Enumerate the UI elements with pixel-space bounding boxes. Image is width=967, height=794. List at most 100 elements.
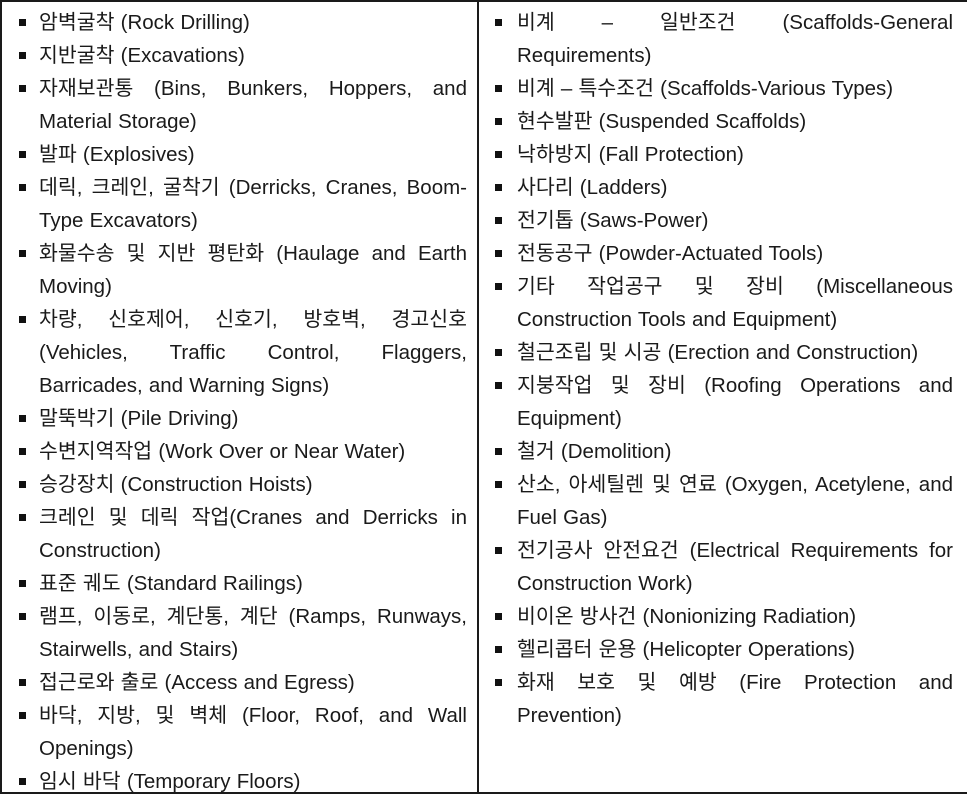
list-item-label: 전동공구 (Powder-Actuated Tools): [517, 242, 824, 265]
list-item: 낙하방지 (Fall Protection): [479, 138, 967, 171]
list-item: 수변지역작업 (Work Over or Near Water): [2, 435, 477, 468]
list-item: 전기톱 (Saws-Power): [479, 204, 967, 237]
square-bullet-icon: [495, 250, 502, 257]
list-item-label: 수변지역작업 (Work Over or Near Water): [39, 440, 406, 463]
square-bullet-icon: [19, 85, 26, 92]
square-bullet-icon: [19, 184, 26, 191]
list-item: 화재 보호 및 예방 (Fire Protection and Preventi…: [479, 666, 967, 732]
square-bullet-icon: [19, 481, 26, 488]
square-bullet-icon: [495, 19, 502, 26]
list-item-label: 차량, 신호제어, 신호기, 방호벽, 경고신호 (Vehicles, Traf…: [39, 308, 467, 397]
list-item: 바닥, 지방, 및 벽체 (Floor, Roof, and Wall Open…: [2, 699, 477, 765]
list-item-label: 기타 작업공구 및 장비 (Miscellaneous Construction…: [517, 275, 953, 331]
list-item-label: 철근조립 및 시공 (Erection and Construction): [517, 341, 919, 364]
list-item: 산소, 아세틸렌 및 연료 (Oxygen, Acetylene, and Fu…: [479, 468, 967, 534]
square-bullet-icon: [19, 415, 26, 422]
list-item: 지반굴착 (Excavations): [2, 39, 477, 72]
list-item-label: 철거 (Demolition): [517, 440, 672, 463]
list-item-label: 지반굴착 (Excavations): [39, 44, 245, 67]
list-item: 현수발판 (Suspended Scaffolds): [479, 105, 967, 138]
list-item-label: 비이온 방사건 (Nonionizing Radiation): [517, 605, 857, 628]
list-item-label: 화재 보호 및 예방 (Fire Protection and Preventi…: [517, 671, 953, 727]
list-item-label: 데릭, 크레인, 굴착기 (Derricks, Cranes, Boom-Typ…: [39, 176, 467, 232]
list-item-label: 말뚝박기 (Pile Driving): [39, 407, 239, 430]
list-item: 램프, 이동로, 계단통, 계단 (Ramps, Runways, Stairw…: [2, 600, 477, 666]
square-bullet-icon: [495, 448, 502, 455]
topic-list-left: 암벽굴착 (Rock Drilling) 지반굴착 (Excavations) 자재…: [2, 6, 477, 792]
list-item: 화물수송 및 지반 평탄화 (Haulage and Earth Moving): [2, 237, 477, 303]
list-item-label: 암벽굴착 (Rock Drilling): [39, 11, 250, 34]
list-item-label: 승강장치 (Construction Hoists): [39, 473, 313, 496]
list-item-label: 발파 (Explosives): [39, 143, 195, 166]
square-bullet-icon: [495, 547, 502, 554]
list-item-label: 낙하방지 (Fall Protection): [517, 143, 744, 166]
square-bullet-icon: [19, 778, 26, 785]
list-item-label: 전기톱 (Saws-Power): [517, 209, 709, 232]
square-bullet-icon: [19, 613, 26, 620]
square-bullet-icon: [19, 250, 26, 257]
list-item: 전기공사 안전요건 (Electrical Requirements for C…: [479, 534, 967, 600]
square-bullet-icon: [495, 151, 502, 158]
list-item: 자재보관통 (Bins, Bunkers, Hoppers, and Mater…: [2, 72, 477, 138]
square-bullet-icon: [495, 481, 502, 488]
square-bullet-icon: [19, 19, 26, 26]
list-item-label: 전기공사 안전요건 (Electrical Requirements for C…: [517, 539, 953, 595]
list-item: 사다리 (Ladders): [479, 171, 967, 204]
square-bullet-icon: [495, 679, 502, 686]
square-bullet-icon: [495, 283, 502, 290]
list-item-label: 현수발판 (Suspended Scaffolds): [517, 110, 807, 133]
list-item: 접근로와 출로 (Access and Egress): [2, 666, 477, 699]
square-bullet-icon: [19, 151, 26, 158]
list-item: 데릭, 크레인, 굴착기 (Derricks, Cranes, Boom-Typ…: [2, 171, 477, 237]
list-item: 철근조립 및 시공 (Erection and Construction): [479, 336, 967, 369]
square-bullet-icon: [495, 118, 502, 125]
square-bullet-icon: [19, 679, 26, 686]
square-bullet-icon: [495, 349, 502, 356]
list-item-label: 지붕작업 및 장비 (Roofing Operations and Equipm…: [517, 374, 953, 430]
list-item: 발파 (Explosives): [2, 138, 477, 171]
square-bullet-icon: [495, 217, 502, 224]
list-item-label: 바닥, 지방, 및 벽체 (Floor, Roof, and Wall Open…: [39, 704, 467, 760]
square-bullet-icon: [19, 448, 26, 455]
square-bullet-icon: [19, 514, 26, 521]
table-cell-left-column: 암벽굴착 (Rock Drilling) 지반굴착 (Excavations) 자재…: [2, 2, 479, 792]
list-item: 철거 (Demolition): [479, 435, 967, 468]
square-bullet-icon: [19, 316, 26, 323]
list-item: 크레인 및 데릭 작업(Cranes and Derricks in Const…: [2, 501, 477, 567]
square-bullet-icon: [19, 580, 26, 587]
list-item: 승강장치 (Construction Hoists): [2, 468, 477, 501]
list-item-label: 사다리 (Ladders): [517, 176, 668, 199]
square-bullet-icon: [19, 712, 26, 719]
list-item-label: 접근로와 출로 (Access and Egress): [39, 671, 355, 694]
square-bullet-icon: [495, 382, 502, 389]
list-item: 암벽굴착 (Rock Drilling): [2, 6, 477, 39]
topic-table: 암벽굴착 (Rock Drilling) 지반굴착 (Excavations) 자재…: [0, 0, 967, 794]
list-item: 비계 – 일반조건 (Scaffolds-General Requirement…: [479, 6, 967, 72]
list-item: 표준 궤도 (Standard Railings): [2, 567, 477, 600]
square-bullet-icon: [495, 184, 502, 191]
list-item-label: 자재보관통 (Bins, Bunkers, Hoppers, and Mater…: [39, 77, 467, 133]
list-item: 헬리콥터 운용 (Helicopter Operations): [479, 633, 967, 666]
square-bullet-icon: [495, 646, 502, 653]
list-item: 말뚝박기 (Pile Driving): [2, 402, 477, 435]
topic-list-right: 비계 – 일반조건 (Scaffolds-General Requirement…: [479, 6, 967, 732]
list-item-label: 크레인 및 데릭 작업(Cranes and Derricks in Const…: [39, 506, 467, 562]
list-item-label: 표준 궤도 (Standard Railings): [39, 572, 303, 595]
list-item: 전동공구 (Powder-Actuated Tools): [479, 237, 967, 270]
list-item-label: 램프, 이동로, 계단통, 계단 (Ramps, Runways, Stairw…: [39, 605, 467, 661]
list-item-label: 화물수송 및 지반 평탄화 (Haulage and Earth Moving): [39, 242, 467, 298]
list-item-label: 임시 바닥 (Temporary Floors): [39, 770, 301, 792]
square-bullet-icon: [495, 85, 502, 92]
list-item: 임시 바닥 (Temporary Floors): [2, 765, 477, 792]
list-item-label: 비계 – 일반조건 (Scaffolds-General Requirement…: [517, 11, 953, 67]
list-item-label: 헬리콥터 운용 (Helicopter Operations): [517, 638, 855, 661]
square-bullet-icon: [495, 613, 502, 620]
list-item-label: 비계 – 특수조건 (Scaffolds-Various Types): [517, 77, 894, 100]
list-item-label: 산소, 아세틸렌 및 연료 (Oxygen, Acetylene, and Fu…: [517, 473, 953, 529]
list-item: 기타 작업공구 및 장비 (Miscellaneous Construction…: [479, 270, 967, 336]
table-cell-right-column: 비계 – 일반조건 (Scaffolds-General Requirement…: [479, 2, 967, 792]
square-bullet-icon: [19, 52, 26, 59]
list-item: 차량, 신호제어, 신호기, 방호벽, 경고신호 (Vehicles, Traf…: [2, 303, 477, 402]
list-item: 비이온 방사건 (Nonionizing Radiation): [479, 600, 967, 633]
list-item: 비계 – 특수조건 (Scaffolds-Various Types): [479, 72, 967, 105]
